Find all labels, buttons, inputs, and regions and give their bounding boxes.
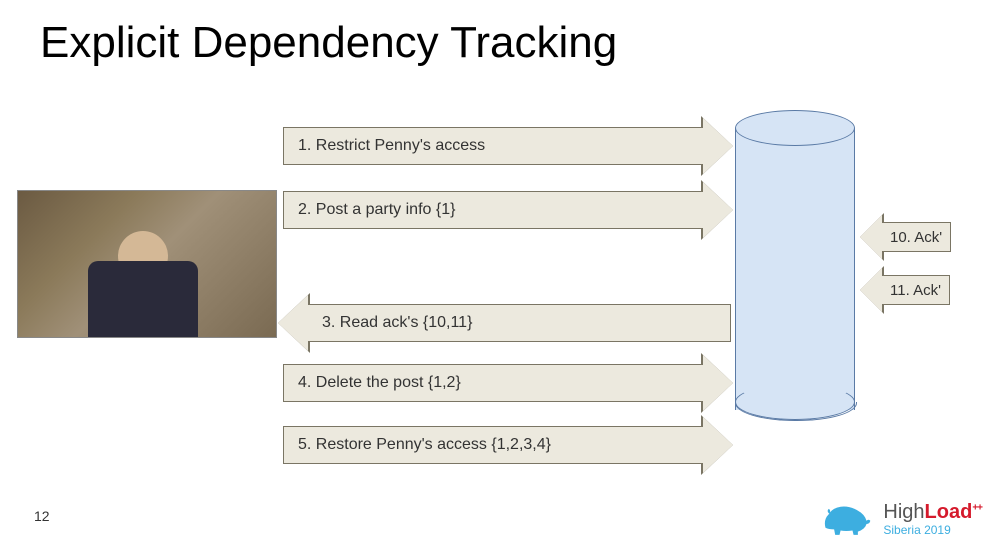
arrow-3-label: 3. Read ack's {10,11} (322, 314, 472, 332)
arrow-4-label: 4. Delete the post {1,2} (298, 374, 461, 392)
arrow-11: 11. Ack' (860, 268, 950, 312)
arrow-10: 10. Ack' (860, 215, 951, 259)
brand-sub: Siberia 2019 (883, 524, 982, 536)
arrow-1-label: 1. Restrict Penny's access (298, 137, 485, 155)
arrow-3: 3. Read ack's {10,11} (278, 295, 731, 351)
person-photo (17, 190, 277, 338)
arrow-5: 5. Restore Penny's access {1,2,3,4} (283, 417, 733, 473)
arrow-4: 4. Delete the post {1,2} (283, 355, 733, 411)
arrow-10-label: 10. Ack' (890, 229, 942, 246)
database-cylinder (735, 110, 855, 420)
arrow-2-label: 2. Post a party info {1} (298, 201, 455, 219)
brand-high: High (883, 501, 924, 523)
arrow-2: 2. Post a party info {1} (283, 182, 733, 238)
arrow-11-label: 11. Ack' (890, 282, 941, 299)
brand-plus: ++ (972, 502, 982, 513)
brand-load: Load (925, 501, 973, 523)
footer-brand: HighLoad++ Siberia 2019 (819, 498, 982, 536)
arrow-5-label: 5. Restore Penny's access {1,2,3,4} (298, 436, 551, 454)
bear-icon (819, 498, 873, 536)
arrow-1: 1. Restrict Penny's access (283, 118, 733, 174)
slide-title: Explicit Dependency Tracking (40, 18, 617, 68)
page-number: 12 (34, 508, 50, 524)
